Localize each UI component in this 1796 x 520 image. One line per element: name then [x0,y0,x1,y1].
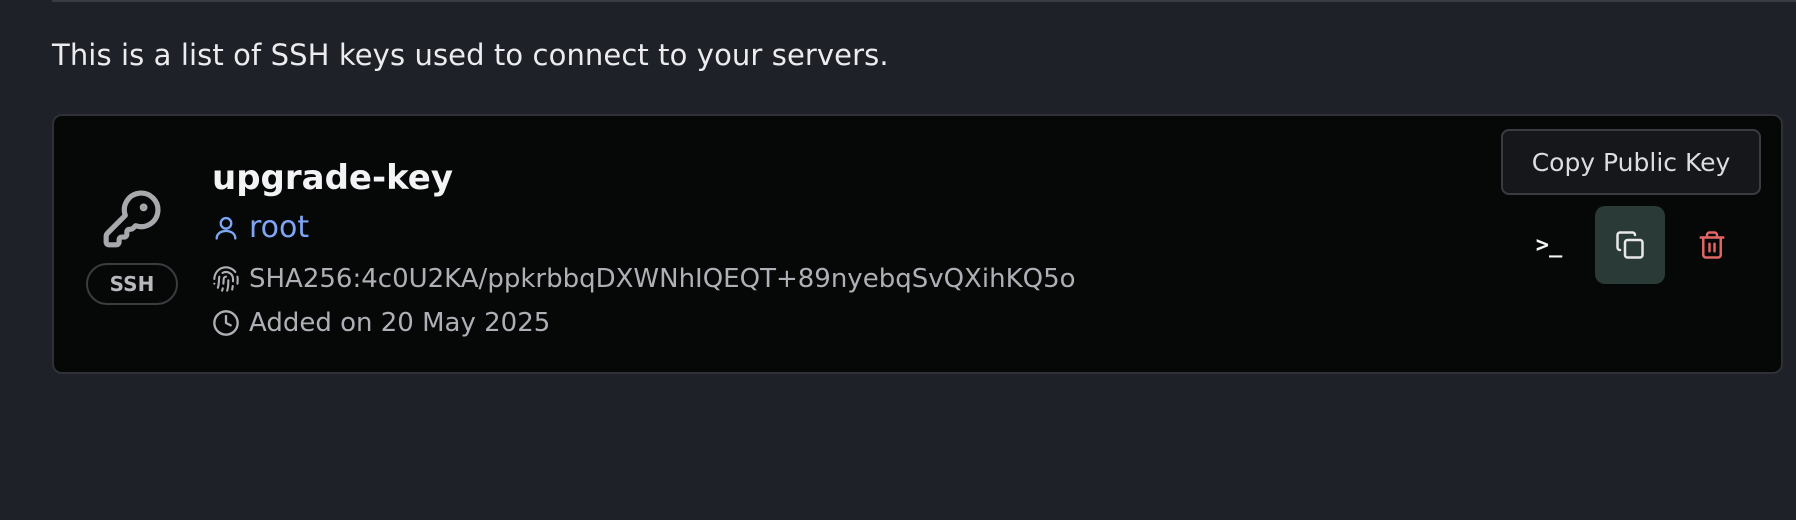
copy-icon [1616,231,1644,259]
key-fingerprint-row: SHA256:4c0U2KA/ppkrbbqDXWNhIQEQT+89nyebq… [212,264,1076,294]
key-name: upgrade-key [212,158,454,198]
trash-icon [1699,231,1725,259]
key-added-date: Added on 20 May 2025 [249,308,551,338]
key-type-badge: SSH [86,263,178,305]
ssh-key-card: SSH upgrade-key root SHA256:4c0U2KA/ppkr… [52,114,1783,374]
terminal-button[interactable]: >_ [1514,206,1584,284]
copy-public-key-button[interactable] [1595,206,1665,284]
key-user-row: root [212,210,309,245]
key-user[interactable]: root [249,210,309,245]
delete-key-button[interactable] [1677,206,1747,284]
fingerprint-icon [213,266,239,292]
terminal-icon: >_ [1535,232,1563,258]
key-fingerprint: SHA256:4c0U2KA/ppkrbbqDXWNhIQEQT+89nyebq… [249,264,1076,294]
top-divider [52,0,1796,2]
page-description: This is a list of SSH keys used to conne… [52,38,889,72]
user-icon [215,216,237,240]
key-added-row: Added on 20 May 2025 [212,308,550,338]
clock-icon [213,310,239,336]
key-icon [103,190,161,248]
copy-public-key-tooltip: Copy Public Key [1501,129,1761,195]
